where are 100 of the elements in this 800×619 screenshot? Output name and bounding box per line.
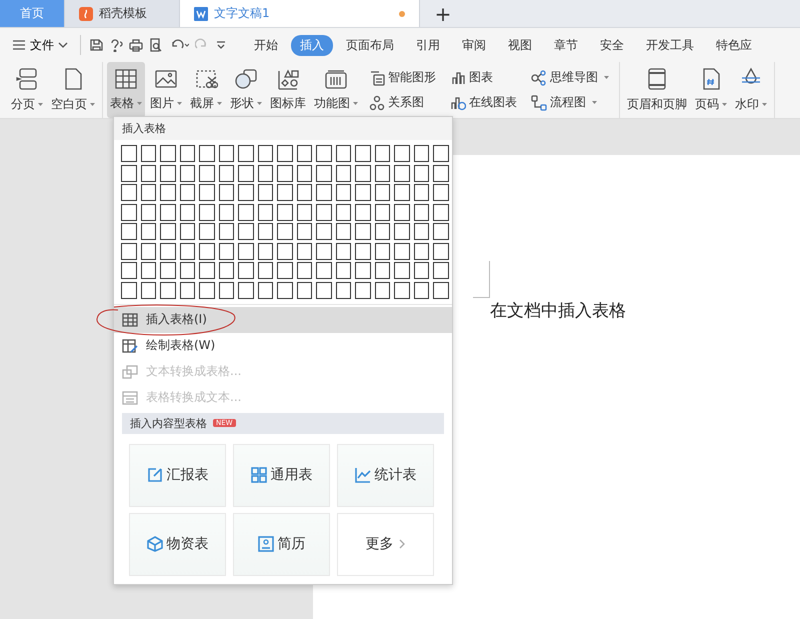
grid-cell[interactable]	[180, 262, 195, 279]
ribbon-tab[interactable]: 页面布局	[337, 34, 403, 56]
grid-cell[interactable]	[277, 145, 292, 162]
grid-cell[interactable]	[218, 204, 234, 220]
grid-cell[interactable]	[160, 282, 176, 298]
grid-cell[interactable]	[258, 223, 273, 240]
grid-cell[interactable]	[121, 184, 136, 201]
grid-cell[interactable]	[394, 145, 410, 162]
grid-cell[interactable]	[199, 164, 214, 182]
grid-cell[interactable]	[258, 282, 273, 298]
new-tab-button[interactable]: +	[420, 0, 466, 27]
grid-cell[interactable]	[296, 223, 312, 240]
grid-cell[interactable]	[218, 164, 234, 182]
grid-cell[interactable]	[336, 242, 351, 260]
grid-cell[interactable]	[336, 145, 351, 162]
grid-cell[interactable]	[374, 282, 390, 298]
grid-cell[interactable]	[355, 164, 370, 182]
grid-cell[interactable]	[277, 262, 292, 279]
grid-cell[interactable]	[414, 242, 429, 260]
grid-cell[interactable]	[199, 242, 214, 260]
grid-cell[interactable]	[414, 223, 429, 240]
grid-cell[interactable]	[140, 145, 156, 162]
grid-cell[interactable]	[238, 282, 254, 298]
grid-cell[interactable]	[296, 242, 312, 260]
grid-cell[interactable]	[199, 262, 214, 279]
grid-cell[interactable]	[277, 184, 292, 201]
ribbon-button[interactable]: 空白页	[48, 62, 98, 118]
grid-cell[interactable]	[414, 164, 429, 182]
grid-cell[interactable]	[160, 223, 176, 240]
ribbon-button[interactable]: 流程图	[529, 93, 611, 112]
grid-cell[interactable]	[238, 184, 254, 201]
grid-cell[interactable]	[316, 262, 332, 279]
grid-cell[interactable]	[218, 242, 234, 260]
ribbon-button[interactable]: 在线图表	[448, 93, 519, 112]
document-tab[interactable]: 稻壳模板	[65, 0, 180, 27]
ribbon-button[interactable]: 图片	[147, 62, 185, 118]
grid-cell[interactable]	[374, 184, 390, 201]
grid-cell[interactable]	[355, 204, 370, 220]
ribbon-tab[interactable]: 章节	[545, 34, 587, 56]
ribbon-button[interactable]: 图表	[448, 68, 519, 87]
ribbon-tab[interactable]: 特色应	[707, 34, 761, 56]
grid-cell[interactable]	[258, 145, 273, 162]
grid-cell[interactable]	[296, 145, 312, 162]
grid-cell[interactable]	[180, 184, 195, 201]
grid-cell[interactable]	[258, 184, 273, 201]
grid-cell[interactable]	[433, 262, 448, 279]
grid-cell[interactable]	[394, 242, 410, 260]
grid-cell[interactable]	[336, 223, 351, 240]
grid-cell[interactable]	[414, 145, 429, 162]
grid-cell[interactable]	[336, 164, 351, 182]
grid-cell[interactable]	[316, 223, 332, 240]
grid-cell[interactable]	[394, 262, 410, 279]
grid-cell[interactable]	[433, 164, 448, 182]
grid-cell[interactable]	[199, 184, 214, 201]
grid-cell[interactable]	[160, 204, 176, 220]
grid-cell[interactable]	[433, 204, 448, 220]
grid-cell[interactable]	[433, 223, 448, 240]
grid-cell[interactable]	[374, 204, 390, 220]
grid-cell[interactable]	[121, 145, 136, 162]
ribbon-button[interactable]: 页码	[692, 62, 730, 118]
ribbon-button[interactable]: 分页	[8, 62, 46, 118]
grid-cell[interactable]	[160, 145, 176, 162]
template-card[interactable]: 统计表	[337, 444, 434, 506]
grid-cell[interactable]	[277, 204, 292, 220]
grid-cell[interactable]	[355, 282, 370, 298]
ribbon-tab[interactable]: 安全	[591, 34, 633, 56]
grid-cell[interactable]	[180, 204, 195, 220]
template-card[interactable]: 通用表	[233, 444, 330, 506]
grid-cell[interactable]	[121, 223, 136, 240]
grid-cell[interactable]	[316, 164, 332, 182]
grid-cell[interactable]	[296, 204, 312, 220]
grid-cell[interactable]	[394, 282, 410, 298]
grid-cell[interactable]	[160, 164, 176, 182]
grid-cell[interactable]	[394, 164, 410, 182]
grid-cell[interactable]	[336, 282, 351, 298]
template-card[interactable]: 简历	[233, 512, 330, 576]
grid-cell[interactable]	[414, 204, 429, 220]
document-tab[interactable]: 文字文稿1	[180, 0, 420, 27]
grid-cell[interactable]	[238, 204, 254, 220]
ribbon-tab[interactable]: 审阅	[453, 34, 495, 56]
grid-cell[interactable]	[121, 262, 136, 279]
grid-cell[interactable]	[238, 164, 254, 182]
template-card[interactable]: 更多	[337, 512, 434, 576]
grid-cell[interactable]	[316, 145, 332, 162]
grid-cell[interactable]	[316, 242, 332, 260]
grid-cell[interactable]	[316, 282, 332, 298]
grid-cell[interactable]	[238, 262, 254, 279]
grid-cell[interactable]	[199, 204, 214, 220]
grid-cell[interactable]	[180, 164, 195, 182]
grid-cell[interactable]	[433, 145, 448, 162]
grid-cell[interactable]	[414, 282, 429, 298]
grid-cell[interactable]	[180, 223, 195, 240]
grid-cell[interactable]	[394, 204, 410, 220]
grid-cell[interactable]	[218, 145, 234, 162]
grid-cell[interactable]	[277, 223, 292, 240]
grid-cell[interactable]	[238, 145, 254, 162]
ribbon-button[interactable]: 思维导图	[529, 68, 611, 87]
ribbon-button[interactable]: 截屏	[187, 62, 225, 118]
grid-cell[interactable]	[316, 184, 332, 201]
ribbon-tab[interactable]: 引用	[407, 34, 449, 56]
